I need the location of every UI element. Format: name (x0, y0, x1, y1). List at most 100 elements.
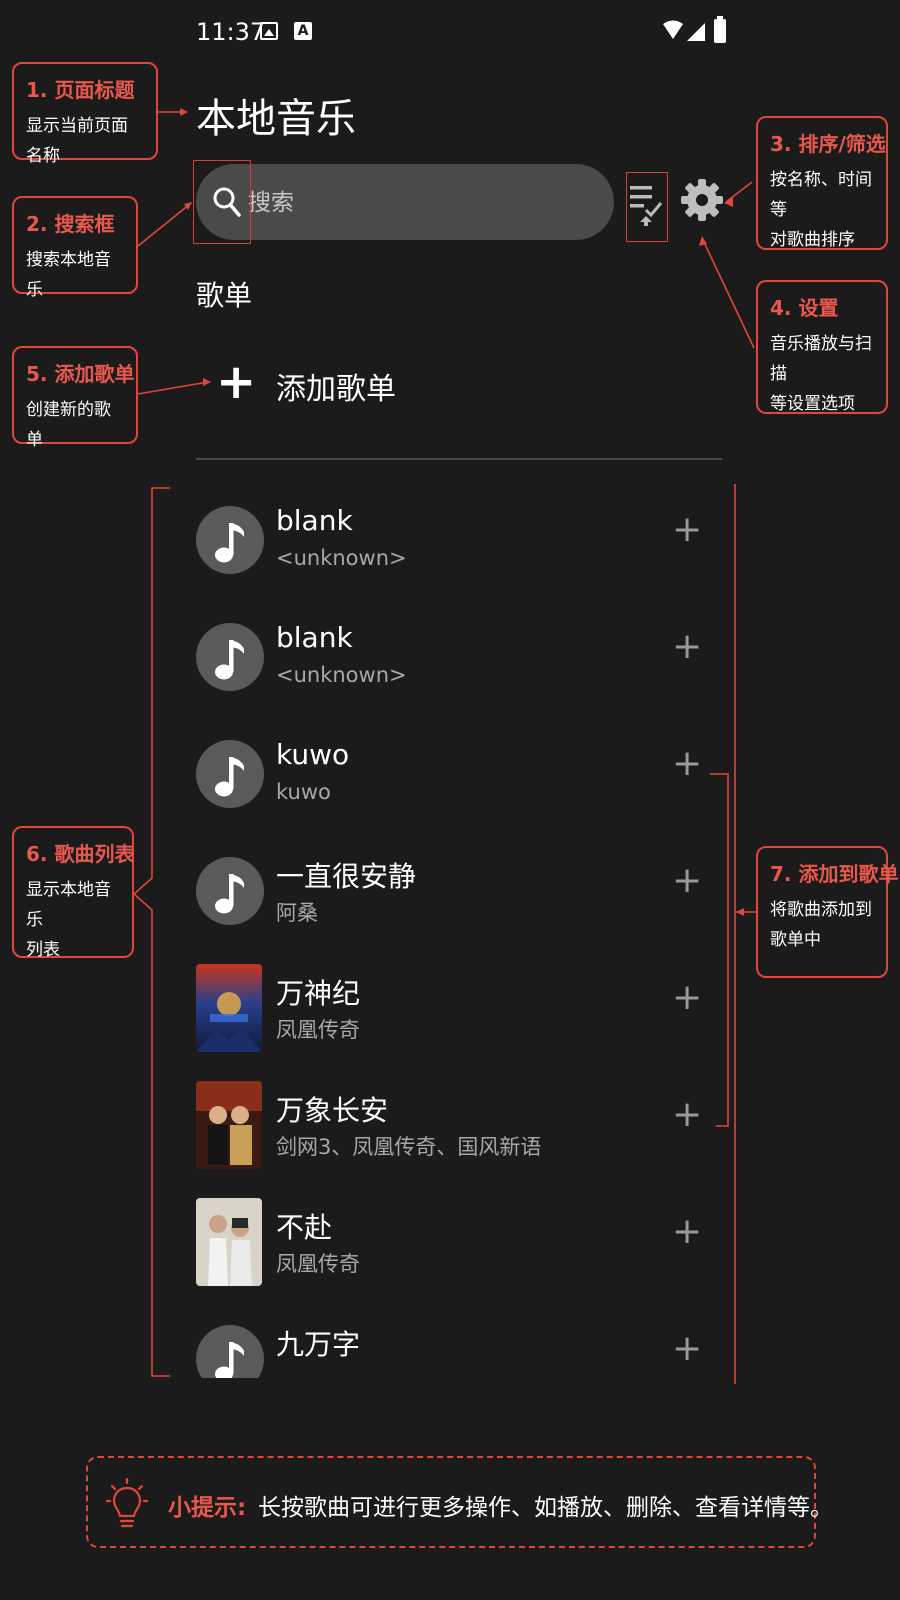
wifi-icon (663, 20, 683, 39)
divider (196, 458, 722, 460)
plus-icon: + (216, 354, 257, 410)
music-note-icon (215, 523, 244, 563)
hint-text: 长按歌曲可进行更多操作、如播放、删除、查看详情等。 (258, 1495, 833, 1521)
song-thumb (196, 847, 264, 935)
a-icon: A (294, 22, 312, 40)
song-row[interactable]: blank <unknown> + (196, 607, 716, 724)
annotation-desc: 对歌曲排序 (770, 230, 855, 250)
music-note-icon (215, 757, 244, 797)
annotation-number: 1. (26, 78, 48, 102)
annotation-title: 搜索框 (54, 212, 115, 236)
add-to-playlist-button[interactable]: + (672, 978, 702, 1018)
annotation-sort: 3. 排序/筛选 按名称、时间等 对歌曲排序 (756, 116, 888, 250)
annotation-desc: 音乐播放与扫描 (770, 334, 872, 384)
annotation-add-playlist: 5. 添加歌单 创建新的歌单 (12, 346, 138, 450)
song-artist: 凤凰传奇 (276, 1018, 360, 1042)
add-to-playlist-button[interactable]: + (672, 1212, 702, 1252)
song-thumb (196, 496, 264, 584)
song-title: 万神纪 (276, 977, 361, 1010)
add-to-playlist-button[interactable]: + (672, 627, 702, 667)
annotation-number: 5. (26, 362, 48, 386)
music-note-icon (215, 1342, 244, 1378)
annotation-title: 设置 (798, 296, 839, 320)
song-thumb (196, 1315, 264, 1378)
song-artist: 剑网3、凤凰传奇、国风新语 (276, 1135, 542, 1159)
annotation-title: 添加歌单 (54, 362, 135, 386)
settings-button[interactable] (680, 176, 724, 224)
song-artist: kuwo (276, 780, 331, 804)
song-list[interactable]: blank <unknown> + blank <unknown> + kuwo… (196, 490, 716, 1378)
music-note-icon (215, 874, 244, 914)
song-row[interactable]: blank <unknown> + (196, 490, 716, 607)
annotation-settings: 4. 设置 音乐播放与扫描 等设置选项 (756, 280, 888, 414)
hint-box: 小提示: 长按歌曲可进行更多操作、如播放、删除、查看详情等。 (86, 1456, 833, 1548)
annotation-title: 添加到歌单 (798, 862, 899, 886)
annotation-title: 排序/筛选 (798, 132, 886, 156)
search-input[interactable] (246, 182, 590, 224)
annotation-title: 歌曲列表 (54, 842, 135, 866)
annotation-desc: 按名称、时间等 (770, 170, 872, 220)
annotation-number: 6. (26, 842, 48, 866)
annotation-number: 7. (770, 862, 792, 886)
song-row[interactable]: kuwo kuwo + (196, 724, 716, 841)
annotation-desc: 列表 (26, 940, 60, 960)
annotation-title: 页面标题 (54, 78, 135, 102)
add-to-playlist-button[interactable]: + (672, 1095, 702, 1135)
signal-icon (687, 23, 705, 41)
song-title: kuwo (276, 738, 350, 771)
album-cover (196, 1081, 262, 1169)
annotation-desc: 显示当前页面名称 (26, 116, 128, 166)
song-title: blank (276, 621, 353, 654)
add-to-playlist-button[interactable]: + (672, 744, 702, 784)
image-icon (260, 22, 278, 40)
annotation-number: 2. (26, 212, 48, 236)
annotation-song-list: 6. 歌曲列表 显示本地音乐 列表 (12, 826, 135, 960)
page-title: 本地音乐 (196, 96, 356, 142)
add-to-playlist-button[interactable]: + (672, 1329, 702, 1369)
song-row[interactable]: 不赴 凤凰传奇 + (196, 1192, 716, 1309)
song-artist: 阿桑 (276, 901, 318, 925)
annotation-desc: 搜索本地音乐 (26, 250, 111, 300)
search-box[interactable] (196, 164, 614, 240)
add-playlist-label: 添加歌单 (276, 372, 396, 407)
annotation-page-title: 1. 页面标题 显示当前页面名称 (12, 62, 158, 166)
song-title: 一直很安静 (276, 860, 417, 893)
search-highlight (193, 160, 251, 244)
song-title: 九万字 (276, 1328, 361, 1361)
add-playlist-button[interactable]: + 添加歌单 (196, 350, 716, 416)
music-note-icon (215, 640, 244, 680)
lightbulb-icon (106, 1478, 148, 1528)
annotation-desc: 显示本地音乐 (26, 880, 111, 930)
annotation-desc: 等设置选项 (770, 394, 855, 414)
battery-icon (714, 16, 726, 43)
song-thumb (196, 730, 264, 818)
annotation-desc: 将歌曲添加到 (770, 900, 872, 920)
song-row[interactable]: 万象长安 剑网3、凤凰传奇、国风新语 + (196, 1075, 716, 1192)
song-title: 不赴 (276, 1211, 333, 1244)
add-to-playlist-button[interactable]: + (672, 510, 702, 550)
add-to-playlist-button[interactable]: + (672, 861, 702, 901)
song-thumb (196, 613, 264, 701)
annotation-number: 4. (770, 296, 792, 320)
sort-highlight (626, 172, 668, 242)
playlist-section-label: 歌单 (196, 279, 253, 312)
song-row[interactable]: 九万字 + (196, 1309, 716, 1378)
gear-icon (681, 179, 723, 221)
annotation-desc: 歌单中 (770, 930, 821, 950)
album-cover (196, 1198, 262, 1286)
song-title: 万象长安 (276, 1094, 389, 1127)
song-title: blank (276, 504, 353, 537)
annotation-add-to-playlist: 7. 添加到歌单 将歌曲添加到 歌单中 (756, 846, 898, 978)
annotation-number: 3. (770, 132, 792, 156)
annotation-search: 2. 搜索框 搜索本地音乐 (12, 196, 138, 300)
song-row[interactable]: 一直很安静 阿桑 + (196, 841, 716, 958)
song-artist: <unknown> (276, 546, 407, 570)
hint-label: 小提示: (168, 1495, 247, 1521)
song-artist: <unknown> (276, 663, 407, 687)
song-artist: 凤凰传奇 (276, 1252, 360, 1276)
album-cover (196, 964, 262, 1052)
status-bar: 11:37 A (196, 14, 736, 54)
song-row[interactable]: 万神纪 凤凰传奇 + (196, 958, 716, 1075)
annotation-desc: 创建新的歌单 (26, 400, 111, 450)
status-time: 11:37 (196, 18, 266, 46)
